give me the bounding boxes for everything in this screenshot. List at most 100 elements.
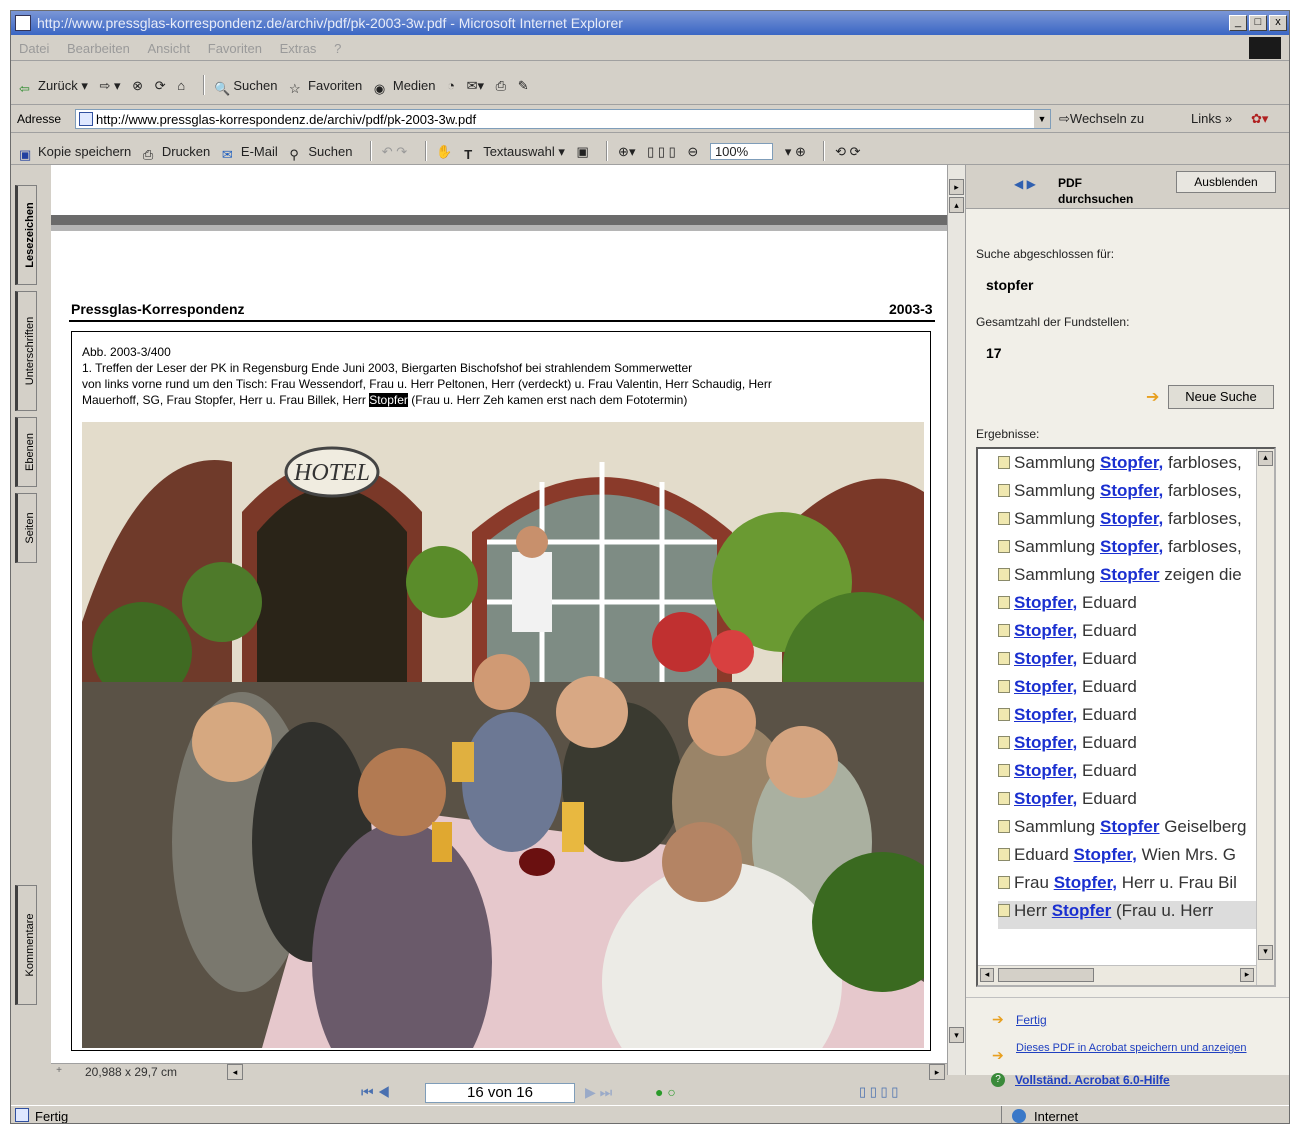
media-button[interactable]: ◉ Medien [374, 78, 436, 97]
search-result-item[interactable]: Eduard Stopfer, Wien Mrs. G [998, 845, 1236, 873]
tab-ebenen[interactable]: Ebenen [15, 417, 37, 487]
mail-icon[interactable]: ✉▾ [467, 78, 484, 94]
horizontal-scroll-bar[interactable]: + 20,988 x 29,7 cm ◂ ▸ [51, 1063, 947, 1081]
snapshot-icon[interactable]: ▣ [577, 144, 589, 160]
search-result-item[interactable]: Stopfer, Eduard [998, 621, 1137, 649]
back-arrow-icon: ⇦ [19, 81, 30, 96]
close-button[interactable]: x [1269, 15, 1287, 31]
search-result-item[interactable]: Herr Stopfer (Frau u. Herr [998, 901, 1256, 929]
search-highlight[interactable]: Stopfer [369, 393, 408, 407]
toolbar-extension-icon[interactable]: ✿▾ [1251, 111, 1268, 127]
search-result-item[interactable]: Stopfer, Eduard [998, 593, 1137, 621]
scroll-left-arrow-icon[interactable]: ◂ [227, 1064, 243, 1080]
last-page-icon[interactable]: ▶ ⏭ [585, 1084, 612, 1101]
search-result-item[interactable]: Stopfer, Eduard [998, 677, 1137, 705]
search-result-item[interactable]: Stopfer, Eduard [998, 761, 1137, 789]
email-button[interactable]: ✉ E-Mail [222, 144, 278, 163]
search-result-item[interactable]: Sammlung Stopfer, farbloses, [998, 509, 1242, 537]
go-arrow-icon: ⇨ [1059, 111, 1070, 126]
history-nav-icons[interactable]: ● ○ [655, 1084, 676, 1100]
caption-line-2: von links vorne rund um den Tisch: Frau … [82, 377, 772, 391]
page-view-icons[interactable]: ▯ ▯ ▯ [647, 144, 676, 160]
save-in-acrobat-link[interactable]: Dieses PDF in Acrobat speichern und anze… [1016, 1041, 1266, 1055]
scroll-down-arrow-icon[interactable]: ▾ [949, 1027, 964, 1043]
results-scroll-down-icon[interactable]: ▾ [1258, 945, 1273, 960]
page-layout-icons[interactable]: ▯ ▯ ▯ ▯ [859, 1084, 898, 1100]
tab-unterschriften[interactable]: Unterschriften [15, 291, 37, 411]
new-search-button[interactable]: Neue Suche [1168, 385, 1274, 409]
minimize-button[interactable]: _ [1229, 15, 1247, 31]
maximize-button[interactable]: □ [1249, 15, 1267, 31]
document-vertical-scrollbar[interactable]: ▸ ▴ ▾ [947, 165, 965, 1075]
results-vertical-scrollbar[interactable]: ▴ ▾ [1256, 449, 1274, 985]
search-result-item[interactable]: Sammlung Stopfer Geiselberg [998, 817, 1246, 845]
search-button[interactable]: 🔍 Suchen [214, 78, 277, 97]
result-text-after: Herr u. Frau Bil [1116, 873, 1237, 892]
scroll-right-arrow-icon[interactable]: ▸ [929, 1064, 945, 1080]
page-counter-field[interactable]: 16 von 16 [425, 1083, 575, 1103]
search-result-item[interactable]: Stopfer, Eduard [998, 789, 1137, 817]
results-scroll-right-icon[interactable]: ▸ [1240, 968, 1254, 982]
address-dropdown-icon[interactable]: ▼ [1034, 110, 1050, 128]
search-label: Suchen [233, 78, 278, 93]
tab-kommentare[interactable]: Kommentare [15, 885, 37, 1005]
menu-extras[interactable]: Extras [280, 41, 317, 56]
acrobat-help-link[interactable]: Vollständ. Acrobat 6.0-Hilfe [1015, 1073, 1170, 1087]
menu-bearbeiten[interactable]: Bearbeiten [67, 41, 130, 56]
search-result-item[interactable]: Stopfer, Eduard [998, 705, 1137, 733]
search-result-item[interactable]: Stopfer, Eduard [998, 649, 1137, 677]
print-icon[interactable]: ⎙ [496, 78, 506, 94]
result-hit: Stopfer, [1053, 873, 1117, 892]
hand-tool-icon[interactable]: ✋ [436, 144, 452, 160]
zoom-field[interactable]: 100% [709, 143, 774, 160]
result-text-after: farbloses, [1163, 537, 1242, 556]
home-icon[interactable]: ⌂ [177, 78, 185, 93]
pdf-search-button[interactable]: ⚲ Suchen [289, 144, 352, 163]
tab-lesezeichen[interactable]: Lesezeichen [15, 185, 37, 285]
browser-window: http://www.pressglas-korrespondenz.de/ar… [10, 10, 1290, 1124]
back-button[interactable]: ⇦ Zurück ▾ [19, 78, 88, 97]
search-result-item[interactable]: Frau Stopfer, Herr u. Frau Bil [998, 873, 1237, 901]
go-button[interactable]: ⇨Wechseln zu [1059, 111, 1144, 127]
results-scroll-thumb[interactable] [998, 968, 1094, 982]
results-scroll-up-icon[interactable]: ▴ [1258, 451, 1273, 466]
search-result-item[interactable]: Sammlung Stopfer, farbloses, [998, 537, 1242, 565]
forward-button[interactable]: ⇨ ▾ [100, 78, 121, 94]
page-header-title: Pressglas-Korrespondenz [71, 301, 245, 317]
expand-panel-icon[interactable]: ▸ [949, 179, 964, 195]
results-scroll-left-icon[interactable]: ◂ [980, 968, 994, 982]
done-arrow-icon: ➔ [992, 1011, 1004, 1027]
hide-panel-button[interactable]: Ausblenden [1176, 171, 1276, 193]
links-button[interactable]: Links » [1191, 111, 1232, 126]
zoom-in-icon[interactable]: ⊕▾ [618, 144, 635, 160]
favorites-button[interactable]: ☆ Favoriten [289, 78, 362, 97]
results-horizontal-scrollbar[interactable]: ◂ ▸ [978, 965, 1256, 985]
history-icon[interactable]: ◔ [447, 78, 455, 93]
menu-help[interactable]: ? [334, 41, 341, 56]
undo-icon[interactable]: ↶ ↷ [382, 144, 407, 160]
result-text-before: Eduard [1014, 845, 1074, 864]
zoom-dropdown-icon[interactable]: ▾ ⊕ [785, 144, 806, 160]
menu-datei[interactable]: Datei [19, 41, 49, 56]
edit-icon[interactable]: ✎ [518, 78, 529, 94]
address-input[interactable]: http://www.pressglas-korrespondenz.de/ar… [75, 109, 1051, 129]
menu-ansicht[interactable]: Ansicht [148, 41, 191, 56]
result-hit: Stopfer [1099, 817, 1160, 836]
save-copy-button[interactable]: ▣ Kopie speichern [19, 144, 131, 163]
search-result-item[interactable]: Stopfer, Eduard [998, 733, 1137, 761]
tab-seiten[interactable]: Seiten [15, 493, 37, 563]
search-result-item[interactable]: Sammlung Stopfer, farbloses, [998, 481, 1242, 509]
first-page-icon[interactable]: ⏮ ◀ [361, 1084, 390, 1101]
menu-favoriten[interactable]: Favoriten [208, 41, 262, 56]
scroll-up-arrow-icon[interactable]: ▴ [949, 197, 964, 213]
refresh-icon[interactable]: ⟳ [155, 78, 166, 94]
zoom-out-icon[interactable]: ⊖ [687, 144, 698, 160]
done-link[interactable]: Fertig [1016, 1013, 1047, 1027]
rotate-icons[interactable]: ⟲ ⟳ [835, 144, 860, 160]
text-select-button[interactable]: T Textauswahl ▾ [464, 144, 565, 163]
back-nav-icon[interactable]: ◀ ▶ [1014, 177, 1036, 191]
search-result-item[interactable]: Sammlung Stopfer, farbloses, [998, 453, 1242, 481]
print-button[interactable]: ⎙ Drucken [143, 144, 210, 163]
search-result-item[interactable]: Sammlung Stopfer zeigen die [998, 565, 1242, 593]
stop-icon[interactable]: ⊗ [132, 78, 143, 94]
